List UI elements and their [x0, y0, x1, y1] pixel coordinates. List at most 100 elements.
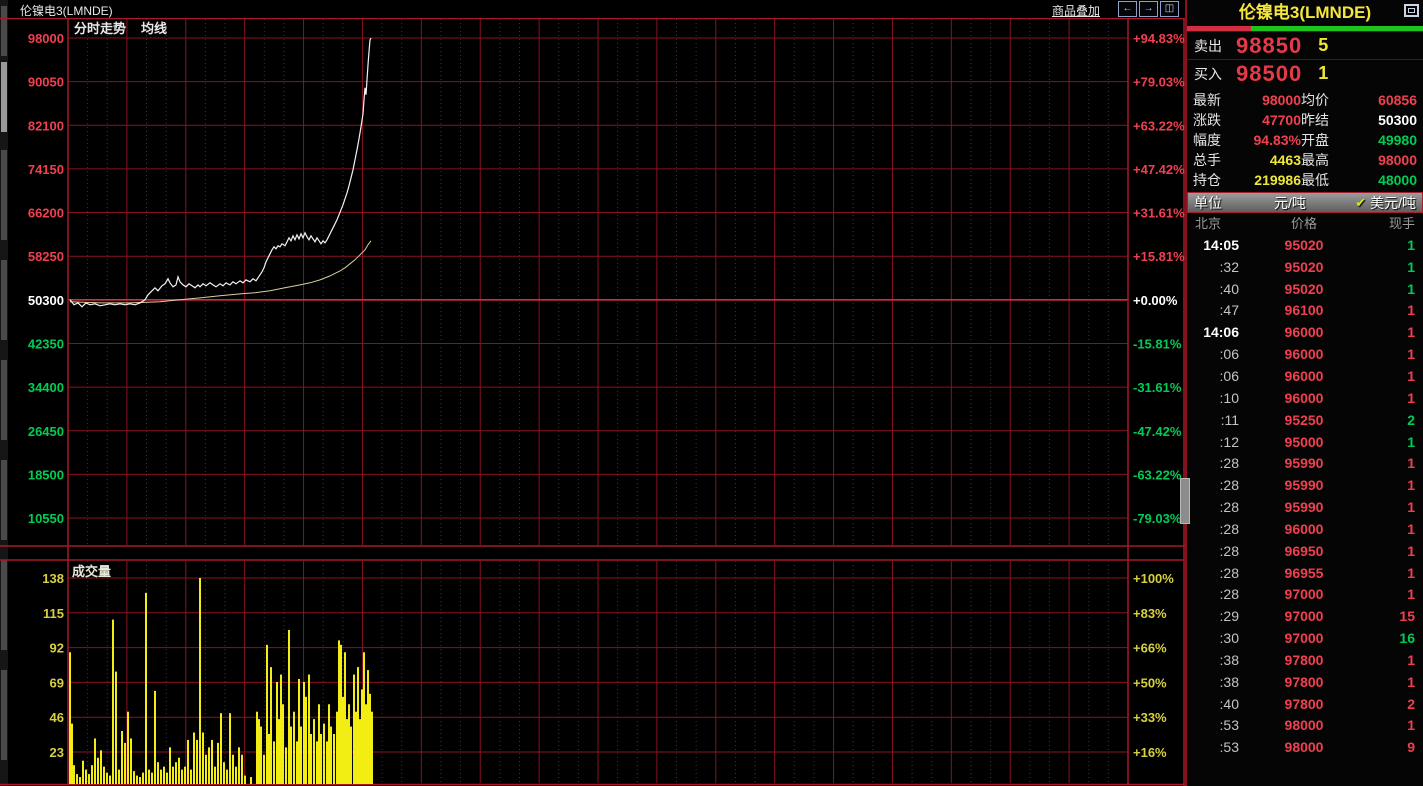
scroll-left-icon[interactable]: ←: [1118, 1, 1137, 17]
trade-qty: 1: [1369, 499, 1415, 515]
trade-time: :53: [1195, 739, 1239, 755]
commodity-overlay-link[interactable]: 商品叠加: [1052, 2, 1100, 19]
volume-axis-tick: 92: [50, 641, 64, 656]
trade-qty: 1: [1369, 652, 1415, 668]
trade-qty: 1: [1369, 281, 1415, 297]
trade-qty: 2: [1369, 412, 1415, 428]
unit-usd-option[interactable]: 美元/吨: [1370, 193, 1416, 213]
bid-qty: 1: [1318, 63, 1328, 84]
trade-time: :28: [1195, 521, 1239, 537]
trade-row: :40978002: [1187, 693, 1423, 715]
pct-axis-tick: -47.42%: [1133, 424, 1182, 439]
pct-axis-tick: +63.22%: [1133, 118, 1185, 133]
trade-price: 96100: [1239, 302, 1369, 318]
trade-row: :06960001: [1187, 365, 1423, 387]
price-axis-tick: 58250: [28, 249, 64, 264]
trade-row: :38978001: [1187, 649, 1423, 671]
trade-qty: 1: [1369, 521, 1415, 537]
stat-label: 最低: [1301, 170, 1349, 190]
check-icon: ✔: [1355, 195, 1366, 211]
trade-price: 96000: [1239, 390, 1369, 406]
time-sales-list: 14:05950201:32950201:40950201:4796100114…: [1187, 234, 1423, 758]
trade-qty: 1: [1369, 477, 1415, 493]
trade-price: 97000: [1239, 630, 1369, 646]
column-price: 价格: [1239, 214, 1369, 234]
trade-time: :29: [1195, 608, 1239, 624]
restore-window-icon[interactable]: [1404, 4, 1419, 17]
trade-row: :28970001: [1187, 584, 1423, 606]
trade-price: 96000: [1239, 346, 1369, 362]
pct-axis-tick: -15.81%: [1133, 336, 1182, 351]
stat-label: 最高: [1301, 150, 1349, 170]
bear-ratio-segment: [1187, 26, 1251, 31]
trade-time: :30: [1195, 630, 1239, 646]
quote-stats-grid: 最新98000均价60856涨跌47700昨结50300幅度94.83%开盘49…: [1187, 87, 1423, 191]
volume-pct-tick: +66%: [1133, 641, 1167, 656]
volume-pct-tick: +100%: [1133, 571, 1174, 586]
stat-value: 47700: [1237, 110, 1301, 130]
stat-value: 219986: [1237, 170, 1301, 190]
price-axis-tick: 98000: [28, 31, 64, 46]
trade-price: 96955: [1239, 565, 1369, 581]
trade-row: :28969501: [1187, 540, 1423, 562]
price-axis-tick: 26450: [28, 424, 64, 439]
stat-value: 60856: [1349, 90, 1417, 110]
trade-qty: 1: [1369, 324, 1415, 340]
pct-axis-tick: -31.61%: [1133, 380, 1182, 395]
trade-qty: 1: [1369, 717, 1415, 733]
trade-price: 96000: [1239, 521, 1369, 537]
trade-qty: 1: [1369, 237, 1415, 253]
trade-price: 97000: [1239, 608, 1369, 624]
trade-time: :40: [1195, 281, 1239, 297]
stat-label: 幅度: [1193, 130, 1237, 150]
trade-row: :28959901: [1187, 452, 1423, 474]
ask-qty: 5: [1318, 35, 1328, 56]
pct-axis-tick: +94.83%: [1133, 31, 1185, 46]
quote-panel-title: 伦镍电3(LMNDE): [1187, 0, 1423, 26]
stat-label: 涨跌: [1193, 110, 1237, 130]
trade-price: 96000: [1239, 324, 1369, 340]
volume-axis-tick: 23: [50, 745, 64, 760]
price-axis-tick: 74150: [28, 162, 64, 177]
trade-price: 95020: [1239, 237, 1369, 253]
trade-price: 98000: [1239, 717, 1369, 733]
bid-row: 买入 98500 1: [1187, 59, 1423, 87]
trade-time: :38: [1195, 652, 1239, 668]
chart-grid: [68, 19, 1128, 783]
trade-row: 14:06960001: [1187, 321, 1423, 343]
trade-qty: 15: [1369, 608, 1415, 624]
price-axis-tick: 42350: [28, 336, 64, 351]
trade-price: 95990: [1239, 477, 1369, 493]
unit-selector-row[interactable]: 单位 元/吨 ✔ 美元/吨: [1187, 192, 1423, 213]
ask-price: 98850: [1236, 33, 1302, 59]
volume-pane-label: 成交量: [72, 564, 111, 579]
split-window-icon[interactable]: ◫: [1160, 1, 1179, 17]
bull-ratio-segment: [1251, 26, 1423, 31]
price-axis-tick: 10550: [28, 511, 64, 526]
trade-price: 95990: [1239, 455, 1369, 471]
stat-label: 总手: [1193, 150, 1237, 170]
volume-axis-tick: 46: [50, 710, 64, 725]
trade-time: :28: [1195, 477, 1239, 493]
contract-title: 伦镍电3(LMNDE): [20, 2, 113, 19]
scroll-right-icon[interactable]: →: [1139, 1, 1158, 17]
price-line: [70, 38, 371, 307]
trade-qty: 1: [1369, 455, 1415, 471]
quote-title-text: 伦镍电3(LMNDE): [1239, 3, 1371, 22]
trade-price: 97800: [1239, 696, 1369, 712]
pct-axis-tick: +31.61%: [1133, 206, 1185, 221]
trade-row: :11952502: [1187, 409, 1423, 431]
trade-row: :28959901: [1187, 474, 1423, 496]
trade-price: 97800: [1239, 674, 1369, 690]
pane-borders: [0, 0, 1185, 786]
trade-time: :28: [1195, 586, 1239, 602]
splitter-handle[interactable]: [1180, 478, 1190, 524]
trade-price: 96000: [1239, 368, 1369, 384]
trade-qty: 1: [1369, 586, 1415, 602]
trading-terminal: 9800090050821007415066200582505030042350…: [0, 0, 1423, 786]
unit-cny-option[interactable]: 元/吨: [1274, 193, 1306, 213]
trade-time: 14:05: [1195, 237, 1239, 253]
stat-label: 均价: [1301, 90, 1349, 110]
stat-value: 48000: [1349, 170, 1417, 190]
trade-row: :40950201: [1187, 278, 1423, 300]
